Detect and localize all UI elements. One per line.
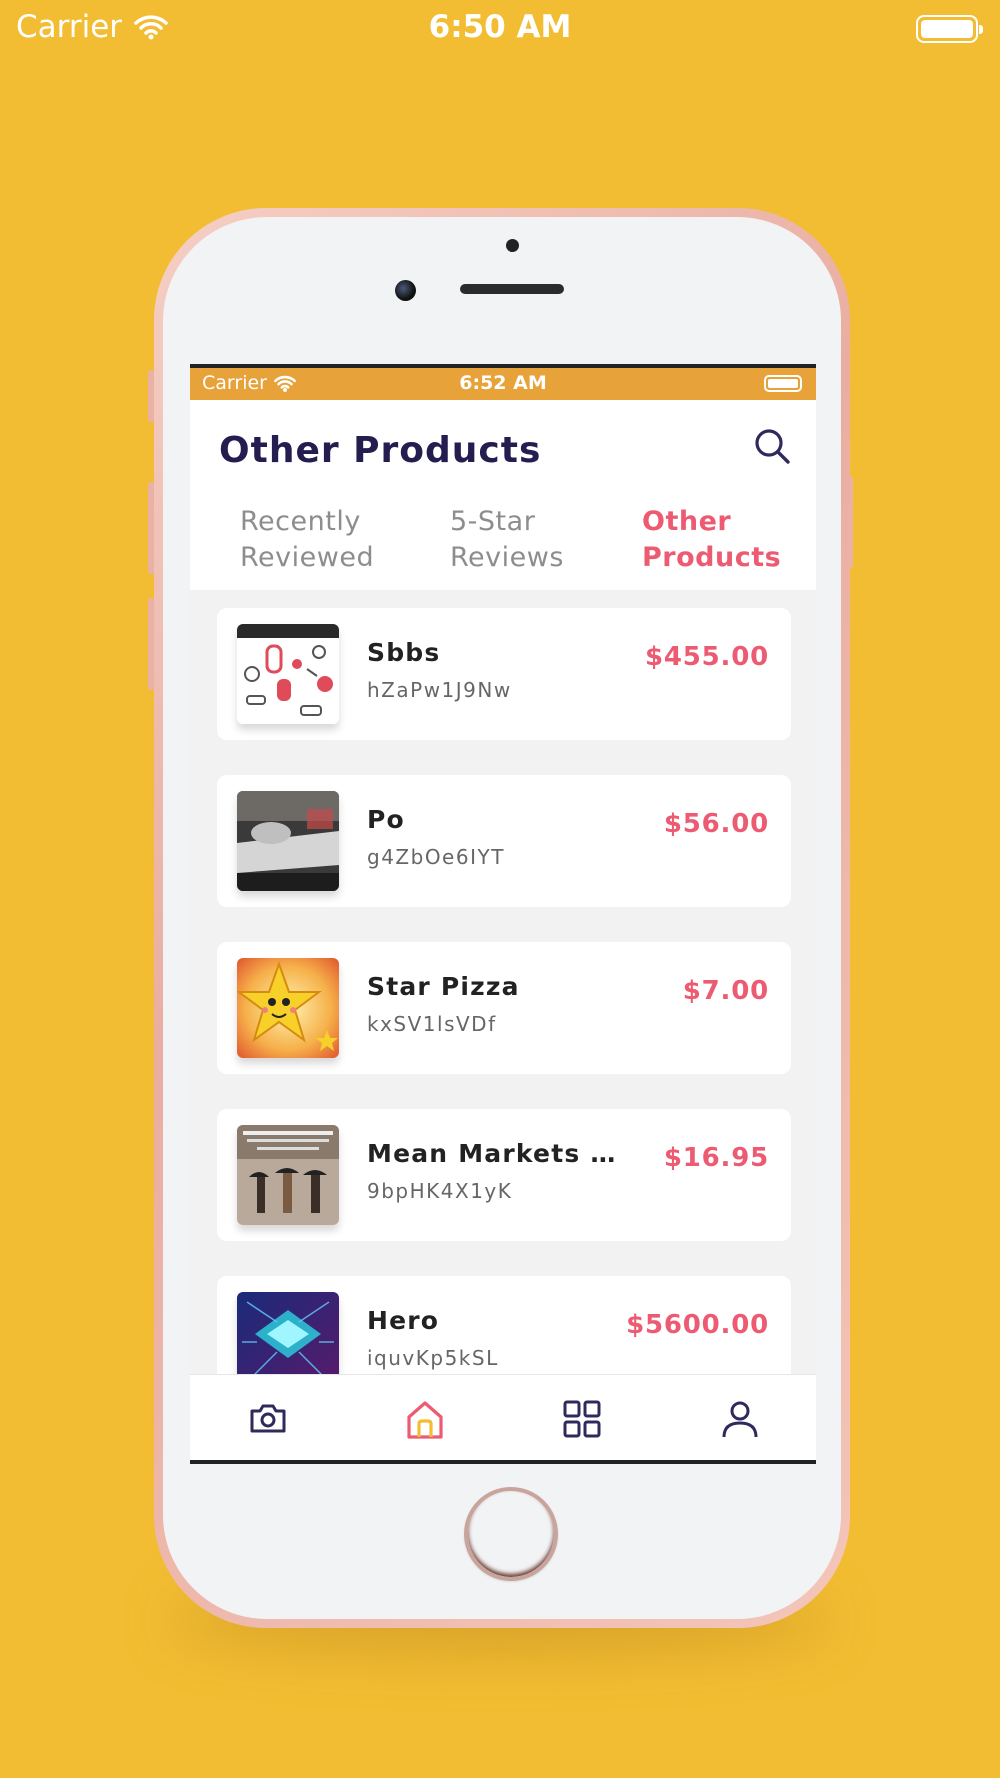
tab-5-star-reviews[interactable]: 5-Star Reviews bbox=[450, 504, 564, 576]
category-tabs: Recently Reviewed 5-Star Reviews Other P… bbox=[190, 504, 816, 584]
proximity-sensor bbox=[506, 239, 519, 252]
grid-icon bbox=[563, 1400, 601, 1438]
inner-time: 6:52 AM bbox=[459, 372, 547, 394]
tab-recently-reviewed[interactable]: Recently Reviewed bbox=[240, 504, 374, 576]
page-title: Other Products bbox=[219, 430, 542, 471]
profile-icon bbox=[722, 1401, 758, 1438]
product-price: $5600.00 bbox=[626, 1310, 769, 1340]
tab-label-line2: Products bbox=[642, 542, 782, 573]
product-name: Po bbox=[367, 805, 405, 834]
product-price: $455.00 bbox=[644, 642, 769, 672]
product-card[interactable]: Sbbs hZaPw1J9Nw $455.00 bbox=[217, 608, 791, 740]
app-screen: Carrier 6:52 AM Other Products Recently … bbox=[190, 364, 816, 1464]
tab-label-line1: 5-Star bbox=[450, 506, 536, 537]
product-thumbnail bbox=[237, 791, 339, 891]
product-thumbnail bbox=[237, 624, 339, 724]
tab-other-products[interactable]: Other Products bbox=[642, 504, 781, 576]
product-card[interactable]: Star Pizza kxSV1lsVDf $7.00 bbox=[217, 942, 791, 1074]
product-thumbnail bbox=[237, 1292, 339, 1374]
tab-profile[interactable] bbox=[718, 1397, 762, 1441]
product-code: 9bpHK4X1yK bbox=[367, 1179, 513, 1203]
bottom-tab-bar bbox=[190, 1374, 816, 1460]
product-thumbnail bbox=[237, 1125, 339, 1225]
product-name: Hero bbox=[367, 1306, 440, 1335]
camera-icon bbox=[250, 1404, 286, 1433]
search-button[interactable] bbox=[752, 426, 792, 466]
product-price: $56.00 bbox=[663, 809, 769, 839]
product-code: kxSV1lsVDf bbox=[367, 1012, 497, 1036]
outer-status-bar: Carrier 6:50 AM bbox=[0, 0, 1000, 58]
product-code: g4ZbOe6IYT bbox=[367, 845, 505, 869]
tab-camera[interactable] bbox=[246, 1397, 290, 1441]
tab-label-line1: Recently bbox=[240, 506, 361, 537]
product-name: Sbbs bbox=[367, 638, 441, 667]
front-camera bbox=[395, 280, 416, 301]
battery-icon bbox=[764, 375, 802, 392]
search-icon bbox=[755, 429, 790, 464]
product-name: Star Pizza bbox=[367, 972, 520, 1001]
tab-label-line1: Other bbox=[642, 506, 732, 537]
product-card[interactable]: Hero iquvKp5kSL $5600.00 bbox=[217, 1276, 791, 1374]
earpiece-speaker bbox=[460, 284, 564, 294]
home-button[interactable] bbox=[464, 1487, 558, 1581]
tab-label-line2: Reviews bbox=[450, 542, 564, 573]
product-card[interactable]: Po g4ZbOe6IYT $56.00 bbox=[217, 775, 791, 907]
home-icon bbox=[407, 1401, 443, 1439]
product-card[interactable]: Mean Markets An... 9bpHK4X1yK $16.95 bbox=[217, 1109, 791, 1241]
tab-label-line2: Reviewed bbox=[240, 542, 375, 573]
outer-time: 6:50 AM bbox=[428, 9, 572, 45]
product-code: hZaPw1J9Nw bbox=[367, 678, 512, 702]
product-name: Mean Markets An... bbox=[367, 1139, 635, 1168]
product-code: iquvKp5kSL bbox=[367, 1346, 499, 1370]
tab-home[interactable] bbox=[403, 1397, 447, 1441]
product-thumbnail bbox=[237, 958, 339, 1058]
inner-status-bar: Carrier 6:52 AM bbox=[190, 368, 816, 400]
product-price: $16.95 bbox=[663, 1143, 769, 1173]
tab-grid[interactable] bbox=[560, 1397, 604, 1441]
product-price: $7.00 bbox=[682, 976, 769, 1006]
product-list[interactable]: Sbbs hZaPw1J9Nw $455.00 Po g4ZbOe6IYT $5… bbox=[190, 590, 816, 1374]
battery-icon bbox=[916, 15, 983, 43]
